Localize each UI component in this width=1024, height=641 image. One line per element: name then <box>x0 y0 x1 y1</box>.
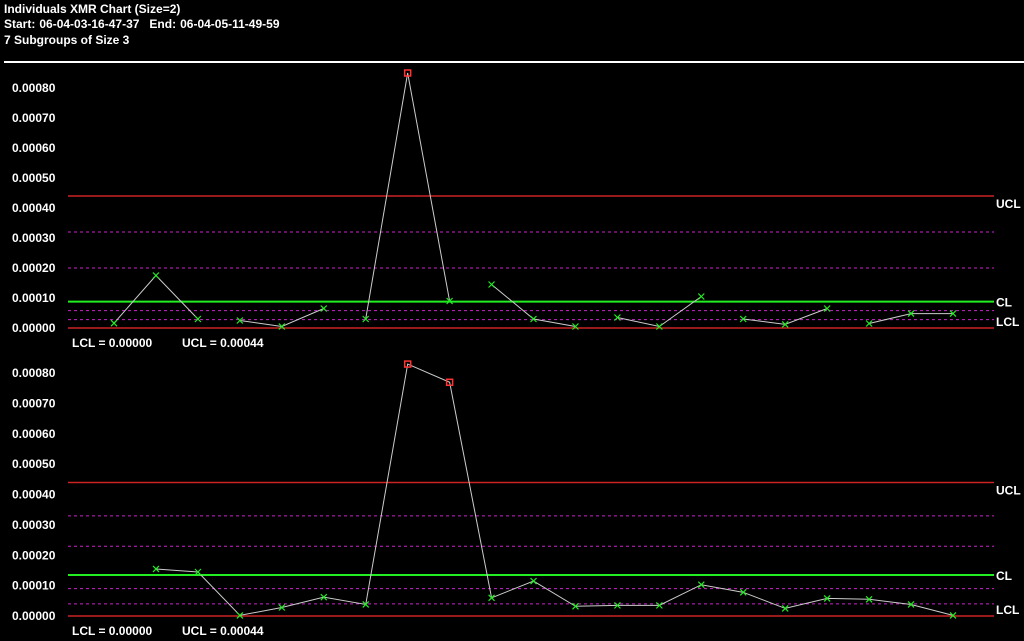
p2-y-tick-label: 0.00000 <box>12 609 56 623</box>
p1-data-point <box>488 281 495 288</box>
p1-y-tick-label: 0.00000 <box>12 321 56 335</box>
p1-data-point <box>320 305 328 312</box>
p1-y-tick-label: 0.00050 <box>12 171 56 185</box>
p2-y-tick-label: 0.00080 <box>12 366 56 380</box>
p1-data-point <box>194 315 202 323</box>
p2-y-tick-label: 0.00010 <box>12 579 56 593</box>
p1-data-line <box>491 284 576 327</box>
xmr-chart: 0.00000 0.00010 0.00020 0.00030 0.00040 0.000… <box>12 69 1021 638</box>
p2-y-tick-label: 0.00030 <box>12 518 56 532</box>
p1-cl-label: CL <box>996 296 1012 310</box>
p1-y-tick-label: 0.00020 <box>12 261 56 275</box>
p1-lcl-label: LCL <box>996 315 1019 329</box>
p2-lcl-label: LCL <box>996 603 1019 617</box>
p2-ucl-label: UCL <box>996 483 1021 497</box>
p1-data-line <box>868 313 953 324</box>
p2-footer-ucl: UCL = 0.00044 <box>182 624 264 638</box>
p1-data-point <box>823 305 831 312</box>
p1-ucl-label: UCL <box>996 197 1021 211</box>
p2-data-point <box>530 577 537 585</box>
p1-y-tick-label: 0.00030 <box>12 231 56 245</box>
p1-footer-lcl: LCL = 0.00000 <box>72 336 152 350</box>
p1-data-point <box>110 319 118 327</box>
p1-y-tick-label: 0.00040 <box>12 201 56 215</box>
p1-y-tick-label: 0.00070 <box>12 111 56 125</box>
p2-y-tick-label: 0.00070 <box>12 397 56 411</box>
p2-footer-lcl: LCL = 0.00000 <box>72 624 152 638</box>
p2-y-tick-label: 0.00050 <box>12 457 56 471</box>
p1-data-line <box>239 308 324 328</box>
p1-y-tick-label: 0.00080 <box>12 81 56 95</box>
p1-data-line <box>113 274 199 324</box>
p2-y-tick-label: 0.00040 <box>12 488 56 502</box>
p2-data-line <box>155 363 954 616</box>
p1-data-point <box>152 272 160 279</box>
p2-y-tick-label: 0.00020 <box>12 548 56 562</box>
p1-y-tick-label: 0.00060 <box>12 141 56 155</box>
p1-data-point <box>697 293 705 300</box>
p1-y-tick-label: 0.00010 <box>12 291 56 305</box>
p2-y-tick-label: 0.00060 <box>12 427 56 441</box>
p2-cl-label: CL <box>996 569 1012 583</box>
p1-footer-ucl: UCL = 0.00044 <box>182 336 264 350</box>
